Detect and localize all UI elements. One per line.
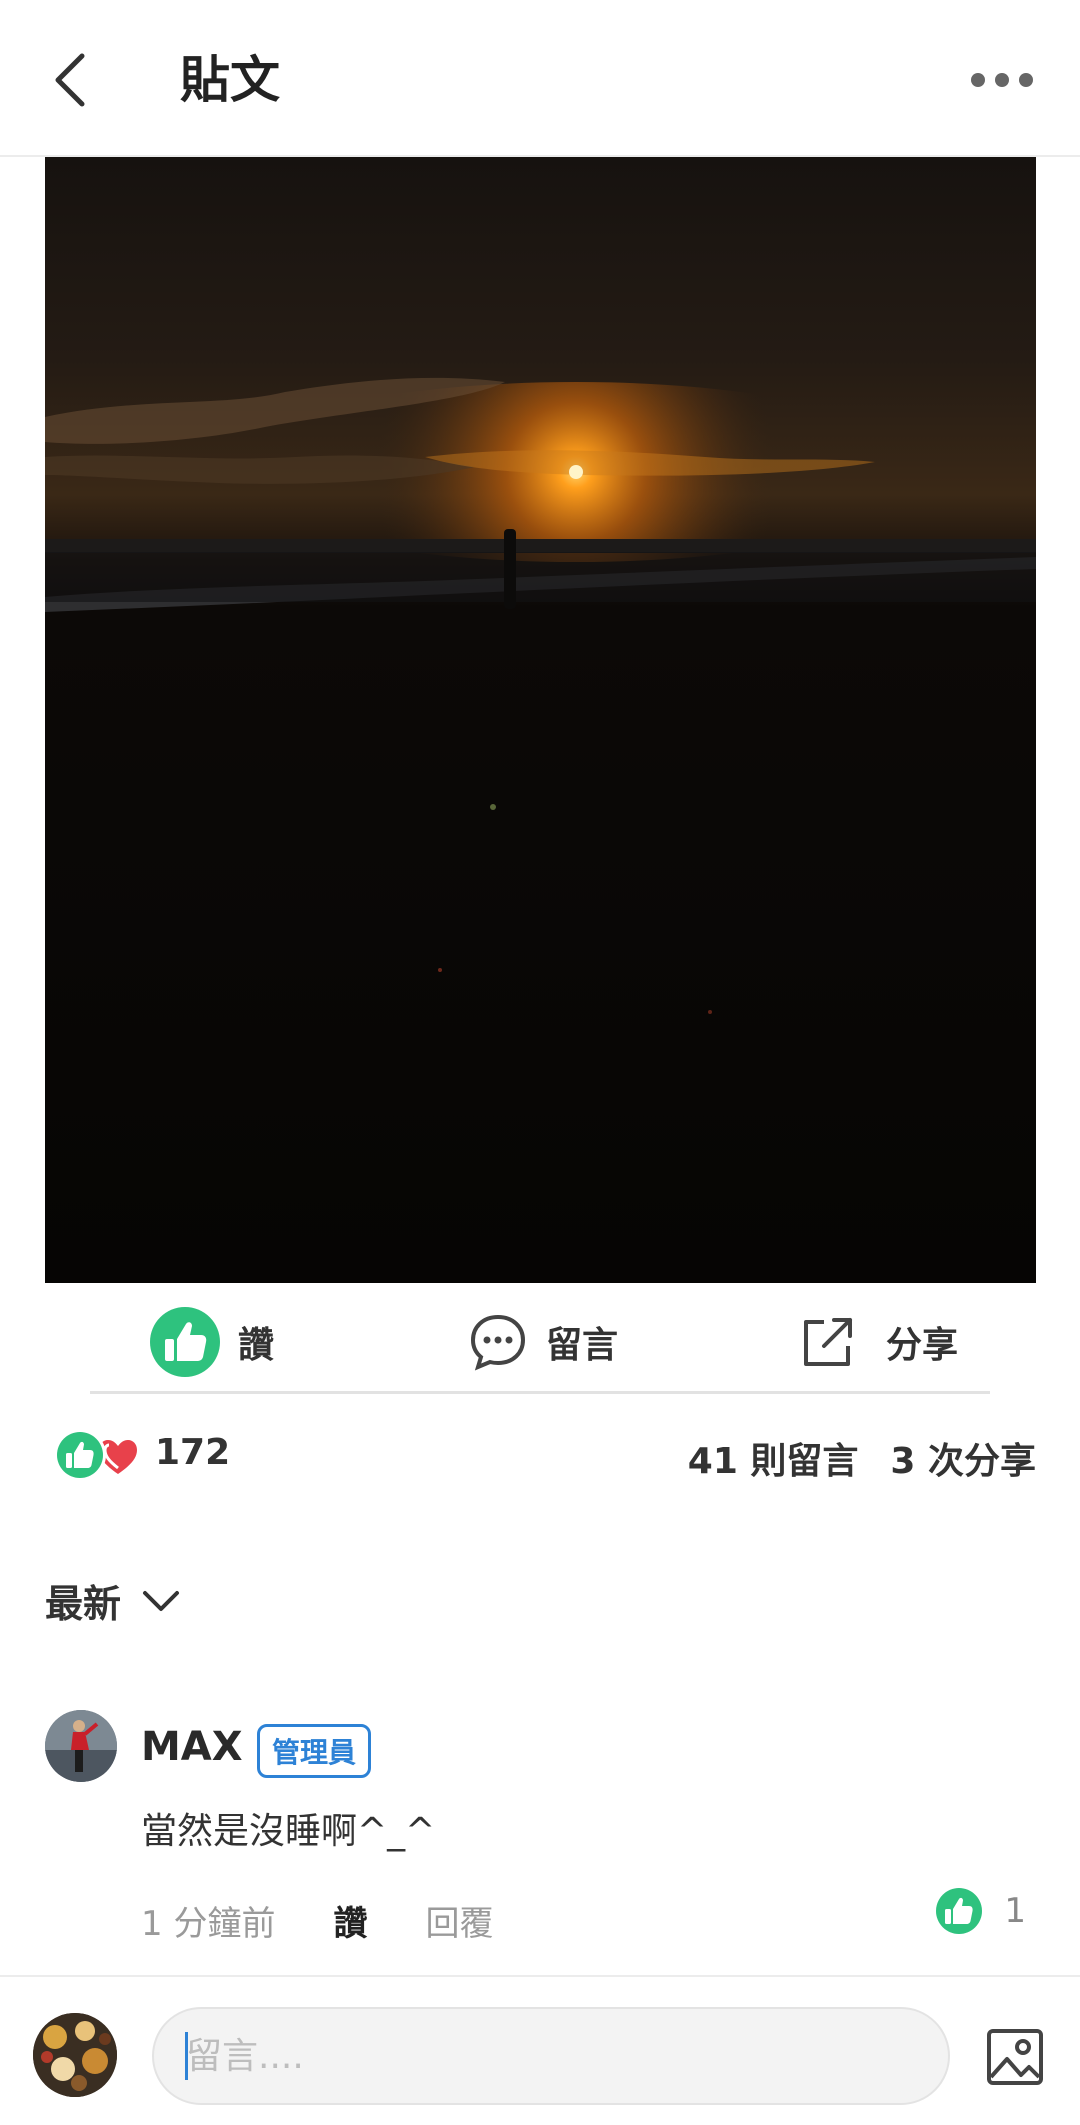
post-photo[interactable] — [45, 157, 1036, 1283]
admin-badge: 管理員 — [257, 1724, 372, 1778]
comment-sort-dropdown[interactable]: 最新 — [45, 1570, 183, 1630]
comment-count[interactable]: 41 則留言 — [688, 1432, 859, 1484]
chat-bubble-icon — [470, 1314, 526, 1371]
comment-composer — [0, 1975, 1080, 2125]
post-action-bar: 讚 留言 分享 — [90, 1290, 990, 1394]
more-horizontal-icon — [971, 73, 1033, 87]
comment-button[interactable]: 留言 — [468, 1304, 618, 1380]
like-count[interactable]: 172 — [155, 1432, 230, 1473]
comment-item: MAX 管理員 當然是沒睡啊^_^ 1 分鐘前 讚 回覆 1 — [45, 1710, 1036, 1950]
like-button[interactable]: 讚 — [150, 1304, 274, 1380]
comment-author[interactable]: MAX — [141, 1724, 243, 1770]
thumbs-up-icon — [150, 1307, 220, 1377]
chevron-down-icon — [143, 1591, 180, 1611]
like-label: 讚 — [238, 1325, 275, 1366]
thumbs-up-icon — [936, 1888, 983, 1934]
top-bar: 貼文 — [0, 0, 1080, 157]
share-external-icon — [804, 1318, 852, 1366]
comment-label: 留言 — [546, 1325, 619, 1366]
avatar[interactable] — [45, 1710, 117, 1782]
thumbs-up-reaction-icon — [54, 1429, 106, 1481]
back-button[interactable] — [40, 40, 100, 120]
attach-image-button[interactable] — [985, 2027, 1045, 2087]
reaction-summary[interactable] — [53, 1428, 148, 1482]
comment-text: 當然是沒睡啊^_^ — [141, 1811, 436, 1852]
share-label: 分享 — [886, 1325, 959, 1366]
comment-input[interactable] — [152, 2007, 950, 2105]
more-options-button[interactable] — [962, 50, 1042, 110]
comment-reply-button[interactable]: 回覆 — [425, 1896, 493, 1945]
sort-label: 最新 — [45, 1581, 122, 1626]
comment-like-summary[interactable]: 1 — [936, 1888, 1026, 1934]
current-user-avatar[interactable] — [33, 2013, 117, 2097]
comment-timestamp: 1 分鐘前 — [141, 1904, 276, 1944]
text-caret — [185, 2032, 188, 2080]
share-count[interactable]: 3 次分享 — [890, 1432, 1036, 1484]
page-title: 貼文 — [180, 51, 280, 109]
share-button[interactable]: 分享 — [800, 1304, 958, 1380]
sunset-photo — [45, 157, 1036, 1283]
post-stats: 172 41 則留言 3 次分享 — [45, 1420, 1036, 1490]
comment-like-count: 1 — [1004, 1891, 1026, 1931]
comment-like-button[interactable]: 讚 — [333, 1896, 367, 1945]
image-icon — [987, 2029, 1043, 2085]
chevron-left-icon — [55, 53, 85, 107]
